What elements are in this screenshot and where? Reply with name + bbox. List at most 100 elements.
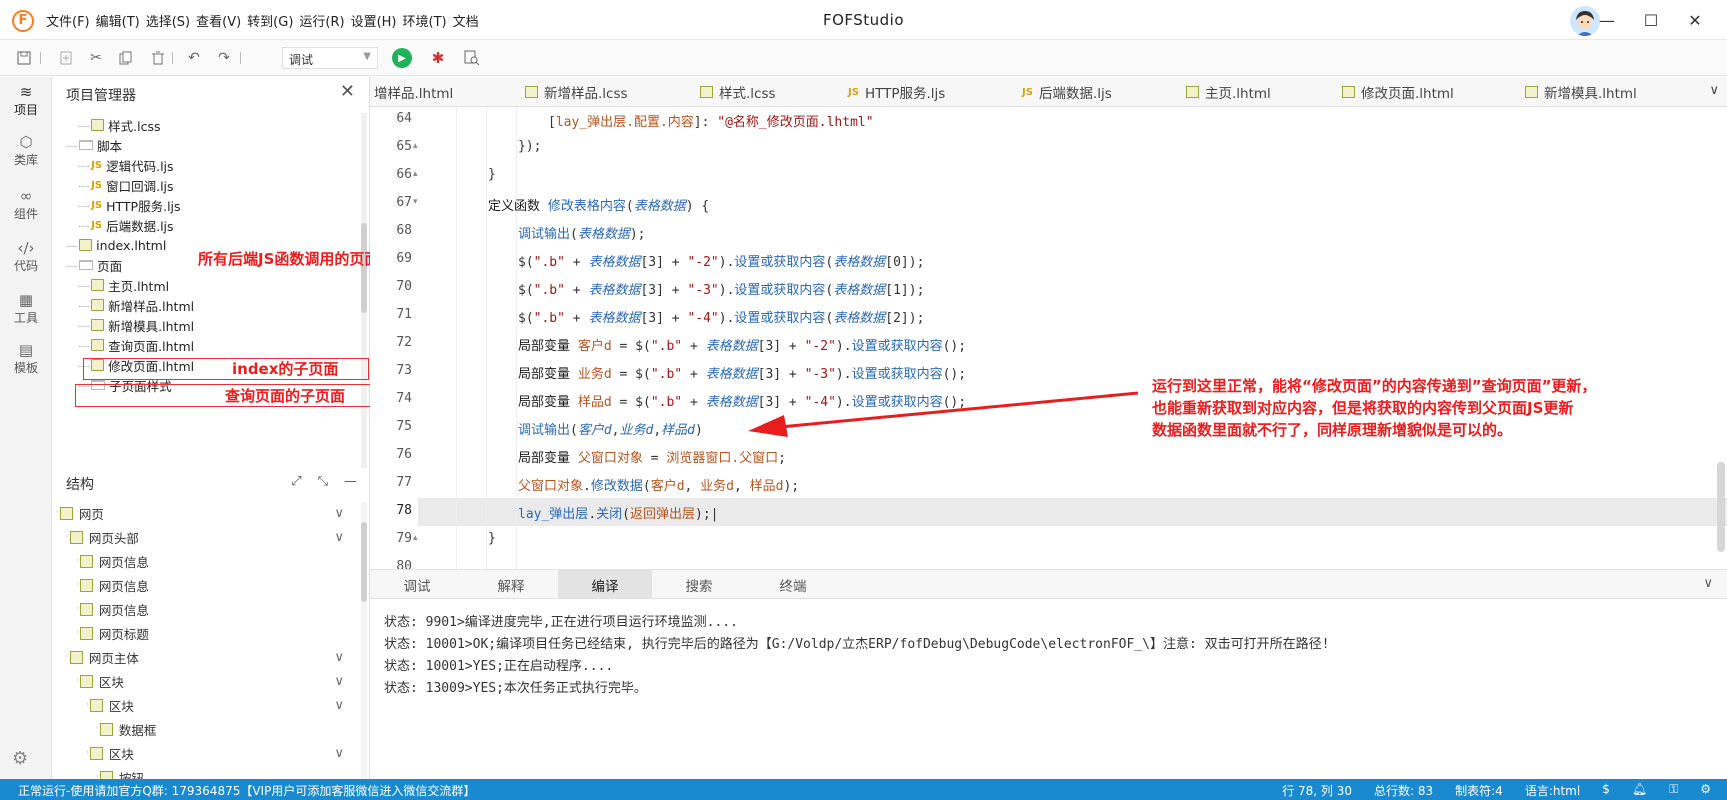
chevron-down-icon[interactable]: ∨ <box>334 530 344 545</box>
cut-icon[interactable]: ✂ <box>86 48 106 68</box>
tree-folder[interactable]: ...... 脚本 <box>66 135 122 155</box>
chevron-down-icon[interactable]: ∨ <box>334 674 344 689</box>
copy-icon[interactable] <box>116 48 136 68</box>
structure-item[interactable]: · 网页标题 <box>52 622 358 644</box>
tab-editor-file[interactable]: 样式.lcss <box>700 77 776 106</box>
new-file-icon[interactable] <box>56 48 76 68</box>
tab-editor-file[interactable]: 修改页面.lhtml <box>1342 77 1454 106</box>
minimize-icon[interactable]: — <box>344 474 357 489</box>
structure-item[interactable]: · 网页信息 <box>52 598 358 620</box>
tree-item[interactable]: ...... 新增模具.lhtml <box>78 315 194 335</box>
chevron-down-icon[interactable]: ∨ <box>334 506 344 521</box>
tree-item[interactable]: ...... index.lhtml <box>66 235 166 255</box>
tree-scrollbar[interactable] <box>361 113 367 468</box>
run-mode-select[interactable]: 调试 ▼ <box>282 47 378 69</box>
structure-item[interactable]: · 网页头部 ∨ <box>52 526 358 548</box>
fold-icon[interactable]: ▴ <box>413 141 418 151</box>
activity-templates[interactable]: ▤ 模板 <box>0 335 52 387</box>
structure-item[interactable]: · 区块 ∨ <box>52 694 358 716</box>
tab-editor-file[interactable]: 增样品.lhtml <box>374 77 453 106</box>
scrollbar-thumb[interactable] <box>1717 462 1725 552</box>
tab-editor-file[interactable]: JS 后端数据.ljs <box>1022 77 1112 106</box>
menu-environment[interactable]: 环境(T) <box>403 11 447 30</box>
activity-code[interactable]: ‹/› 代码 <box>0 233 52 285</box>
tree-item[interactable]: ...... JS HTTP服务.ljs <box>78 195 181 215</box>
save-icon[interactable] <box>14 48 34 68</box>
chevron-down-icon[interactable]: ∨ <box>334 650 344 665</box>
tab-debug[interactable]: 调试 <box>370 570 464 599</box>
tab-terminal[interactable]: 终端 <box>746 570 840 599</box>
tree-item[interactable]: ...... 主页.lhtml <box>78 275 169 295</box>
collapse-icon[interactable]: ⤡ <box>318 474 328 489</box>
tab-editor-file[interactable]: JS HTTP服务.ljs <box>848 77 945 106</box>
tree-item[interactable]: ...... 查询页面.lhtml <box>78 335 194 355</box>
fold-icon[interactable]: ▴ <box>413 533 418 543</box>
tab-editor-file[interactable]: 主页.lhtml <box>1186 77 1271 106</box>
tab-label: 主页.lhtml <box>1205 86 1271 102</box>
activity-project[interactable]: ≋ 项目 <box>0 77 52 129</box>
chevron-down-icon[interactable]: ∨ <box>1709 83 1719 98</box>
tree-item[interactable]: ...... JS 后端数据.ljs <box>78 215 174 235</box>
menu-select[interactable]: 选择(S) <box>146 11 190 30</box>
structure-item[interactable]: · 网页信息 <box>52 574 358 596</box>
delete-icon[interactable] <box>148 48 168 68</box>
indent-guide <box>516 107 517 569</box>
structure-item[interactable]: · 区块 ∨ <box>52 742 358 764</box>
chevron-down-icon[interactable]: ∨ <box>334 746 344 761</box>
output-line[interactable]: 状态: 10001>OK;编译项目任务已经结束, 执行完毕后的路径为【G:/Vo… <box>384 633 1329 652</box>
close-icon[interactable]: ✕ <box>340 81 355 102</box>
fold-icon[interactable]: ▴ <box>413 169 418 179</box>
chevron-down-icon[interactable]: ∨ <box>334 698 344 713</box>
menu-file[interactable]: 文件(F) <box>46 11 90 30</box>
tab-compile[interactable]: 编译 <box>558 570 652 599</box>
tab-search[interactable]: 搜索 <box>652 570 746 599</box>
run-icon[interactable]: ▶ <box>392 48 412 68</box>
menu-view[interactable]: 查看(V) <box>196 11 241 30</box>
tab-editor-file[interactable]: 新增样品.lcss <box>525 77 628 106</box>
tree-item[interactable]: ...... JS 窗口回调.ljs <box>78 175 174 195</box>
tree-item[interactable]: ...... JS 逻辑代码.ljs <box>78 155 174 175</box>
menu-settings[interactable]: 设置(H) <box>351 11 397 30</box>
minimize-button[interactable]: — <box>1585 6 1629 34</box>
structure-item[interactable]: · 网页信息 <box>52 550 358 572</box>
structure-item[interactable]: · 区块 ∨ <box>52 670 358 692</box>
tab-size[interactable]: 制表符:4 <box>1455 782 1503 799</box>
fold-icon[interactable]: ▾ <box>413 197 418 207</box>
activity-library[interactable]: ⬡ 类库 <box>0 127 52 179</box>
structure-item[interactable]: · 数据框 <box>52 718 358 740</box>
chevron-down-icon[interactable]: ∨ <box>1703 576 1713 591</box>
structure-scrollbar[interactable] <box>361 502 367 779</box>
menu-run[interactable]: 运行(R) <box>299 11 344 30</box>
tree-item[interactable]: ...... 样式.lcss <box>78 115 161 135</box>
tree-folder[interactable]: ...... 页面 <box>66 255 122 275</box>
menu-docs[interactable]: 文档 <box>453 11 479 30</box>
menu-edit[interactable]: 编辑(T) <box>96 11 140 30</box>
structure-item[interactable]: · 网页主体 ∨ <box>52 646 358 668</box>
editor-scrollbar[interactable] <box>1717 107 1725 569</box>
settings-gear-icon[interactable]: ⚙ <box>12 748 28 769</box>
menu-goto[interactable]: 转到(G) <box>247 11 293 30</box>
tab-editor-file[interactable]: 新增模具.lhtml <box>1525 77 1637 106</box>
lock-icon[interactable]: ⚿ <box>1669 782 1678 799</box>
structure-item[interactable]: · 按钮 <box>52 766 358 779</box>
output-console[interactable]: 状态: 9901>编译进度完毕,正在进行项目运行环境监测.... 状态: 100… <box>370 599 1727 779</box>
debug-bug-icon[interactable]: ✱ <box>428 48 448 68</box>
cursor-position[interactable]: 行 78, 列 30 <box>1282 782 1352 799</box>
inspect-icon[interactable] <box>462 48 482 68</box>
redo-icon[interactable]: ↷ <box>214 48 234 68</box>
activity-tools[interactable]: ▦ 工具 <box>0 285 52 337</box>
activity-components[interactable]: ∞ 组件 <box>0 181 52 233</box>
maximize-button[interactable]: ☐ <box>1629 6 1673 34</box>
tab-interpret[interactable]: 解释 <box>464 570 558 599</box>
language-mode[interactable]: 语言:html <box>1525 782 1580 799</box>
settings-icon[interactable]: ⚙ <box>1700 782 1711 799</box>
close-window-button[interactable]: ✕ <box>1673 6 1717 34</box>
undo-icon[interactable]: ↶ <box>184 48 204 68</box>
expand-icon[interactable]: ⤢ <box>291 474 301 489</box>
code-editor[interactable]: 64 65 ▴ 66 ▴ 67 ▾ 68 69 70 71 72 73 74 7… <box>370 107 1727 569</box>
scrollbar-thumb[interactable] <box>361 522 367 602</box>
bell-icon[interactable]: 🔔︎ <box>1632 782 1647 799</box>
currency-icon[interactable]: $ <box>1602 782 1610 799</box>
tree-item[interactable]: ...... 新增样品.lhtml <box>78 295 194 315</box>
structure-item[interactable]: · 网页 ∨ <box>52 502 358 524</box>
